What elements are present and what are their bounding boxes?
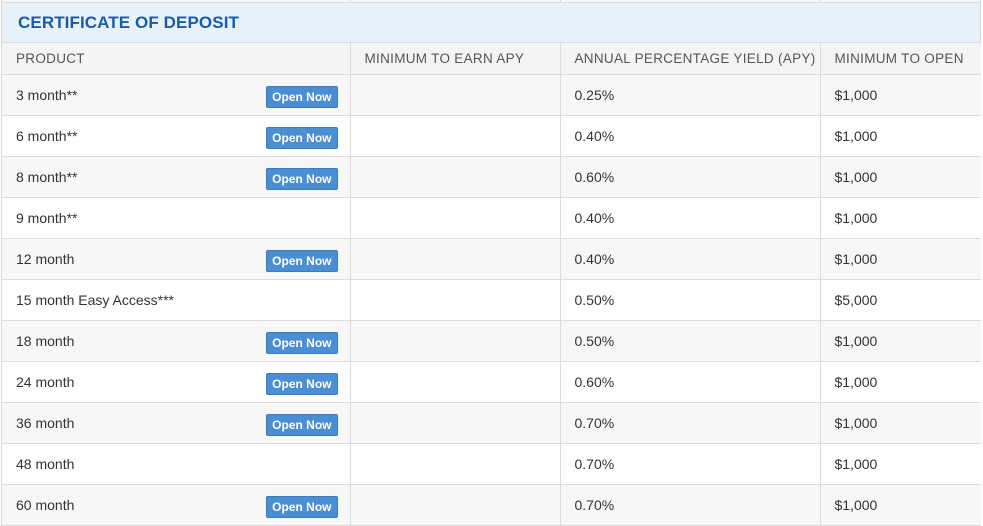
product-cell: 60 month Open Now (2, 484, 351, 526)
min-earn-apy-cell (350, 156, 561, 198)
table-row: 12 month Open Now 0.40% $1,000 (2, 238, 981, 280)
product-cell: 15 month Easy Access*** (2, 279, 351, 321)
min-open-cell: $1,000 (820, 156, 981, 198)
apy-cell: 0.25% (560, 74, 821, 116)
min-open-cell: $1,000 (820, 484, 981, 526)
min-earn-apy-cell (350, 279, 561, 321)
table-row: 6 month** Open Now 0.40% $1,000 (2, 115, 981, 157)
table-row: 9 month** 0.40% $1,000 (2, 197, 981, 239)
product-cell: 3 month** Open Now (2, 74, 351, 116)
product-name: 18 month (16, 332, 75, 349)
open-now-button[interactable]: Open Now (266, 249, 338, 272)
table-row: 60 month Open Now 0.70% $1,000 (2, 484, 981, 526)
open-now-button[interactable]: Open Now (266, 85, 338, 108)
apy-cell: 0.40% (560, 197, 821, 239)
min-earn-apy-cell (350, 238, 561, 280)
product-name: 24 month (16, 373, 75, 390)
min-earn-apy-cell (350, 402, 561, 444)
cd-rates-table: PRODUCT MINIMUM TO EARN APY ANNUAL PERCE… (2, 43, 981, 526)
table-row: 15 month Easy Access*** 0.50% $5,000 (2, 279, 981, 321)
apy-cell: 0.60% (560, 361, 821, 403)
table-row: 18 month Open Now 0.50% $1,000 (2, 320, 981, 362)
product-name: 3 month** (16, 86, 78, 103)
product-cell: 18 month Open Now (2, 320, 351, 362)
section-header: CERTIFICATE OF DEPOSIT (2, 3, 980, 43)
table-row: 36 month Open Now 0.70% $1,000 (2, 402, 981, 444)
apy-cell: 0.50% (560, 279, 821, 321)
product-cell: 6 month** Open Now (2, 115, 351, 157)
product-name: 48 month (16, 455, 75, 472)
apy-cell: 0.50% (560, 320, 821, 362)
min-earn-apy-cell (350, 320, 561, 362)
apy-cell: 0.70% (560, 402, 821, 444)
table-row: 48 month 0.70% $1,000 (2, 443, 981, 485)
product-name: 12 month (16, 250, 75, 267)
apy-cell: 0.40% (560, 238, 821, 280)
table-row: 3 month** Open Now 0.25% $1,000 (2, 74, 981, 116)
min-earn-apy-cell (350, 484, 561, 526)
product-name: 6 month** (16, 127, 78, 144)
product-name: 9 month** (16, 209, 78, 226)
table-header-row: PRODUCT MINIMUM TO EARN APY ANNUAL PERCE… (2, 43, 981, 75)
open-now-button[interactable]: Open Now (266, 167, 338, 190)
open-now-button[interactable]: Open Now (266, 126, 338, 149)
min-open-cell: $1,000 (820, 197, 981, 239)
product-cell: 24 month Open Now (2, 361, 351, 403)
open-now-button[interactable]: Open Now (266, 372, 338, 395)
min-earn-apy-cell (350, 361, 561, 403)
open-now-button[interactable]: Open Now (266, 331, 338, 354)
open-now-button[interactable]: Open Now (266, 495, 338, 518)
min-open-cell: $1,000 (820, 320, 981, 362)
product-name: 36 month (16, 414, 75, 431)
apy-cell: 0.70% (560, 484, 821, 526)
column-header-product: PRODUCT (2, 43, 351, 75)
apy-cell: 0.60% (560, 156, 821, 198)
min-earn-apy-cell (350, 115, 561, 157)
min-open-cell: $5,000 (820, 279, 981, 321)
product-cell: 48 month (2, 443, 351, 485)
min-open-cell: $1,000 (820, 74, 981, 116)
product-cell: 36 month Open Now (2, 402, 351, 444)
cd-rates-panel: CERTIFICATE OF DEPOSIT PRODUCT MINIMUM T… (1, 0, 981, 526)
min-open-cell: $1,000 (820, 402, 981, 444)
product-name: 15 month Easy Access*** (16, 291, 174, 308)
section-title: CERTIFICATE OF DEPOSIT (18, 13, 240, 32)
apy-cell: 0.40% (560, 115, 821, 157)
min-earn-apy-cell (350, 443, 561, 485)
product-name: 60 month (16, 496, 75, 513)
min-open-cell: $1,000 (820, 115, 981, 157)
column-header-min-open: MINIMUM TO OPEN (820, 43, 981, 75)
min-open-cell: $1,000 (820, 443, 981, 485)
column-header-apy: ANNUAL PERCENTAGE YIELD (APY) (560, 43, 821, 75)
table-row: 24 month Open Now 0.60% $1,000 (2, 361, 981, 403)
min-open-cell: $1,000 (820, 238, 981, 280)
product-cell: 9 month** (2, 197, 351, 239)
min-earn-apy-cell (350, 74, 561, 116)
apy-cell: 0.70% (560, 443, 821, 485)
product-name: 8 month** (16, 168, 78, 185)
table-row: 8 month** Open Now 0.60% $1,000 (2, 156, 981, 198)
min-earn-apy-cell (350, 197, 561, 239)
column-header-min-earn-apy: MINIMUM TO EARN APY (350, 43, 561, 75)
open-now-button[interactable]: Open Now (266, 413, 338, 436)
min-open-cell: $1,000 (820, 361, 981, 403)
product-cell: 12 month Open Now (2, 238, 351, 280)
product-cell: 8 month** Open Now (2, 156, 351, 198)
